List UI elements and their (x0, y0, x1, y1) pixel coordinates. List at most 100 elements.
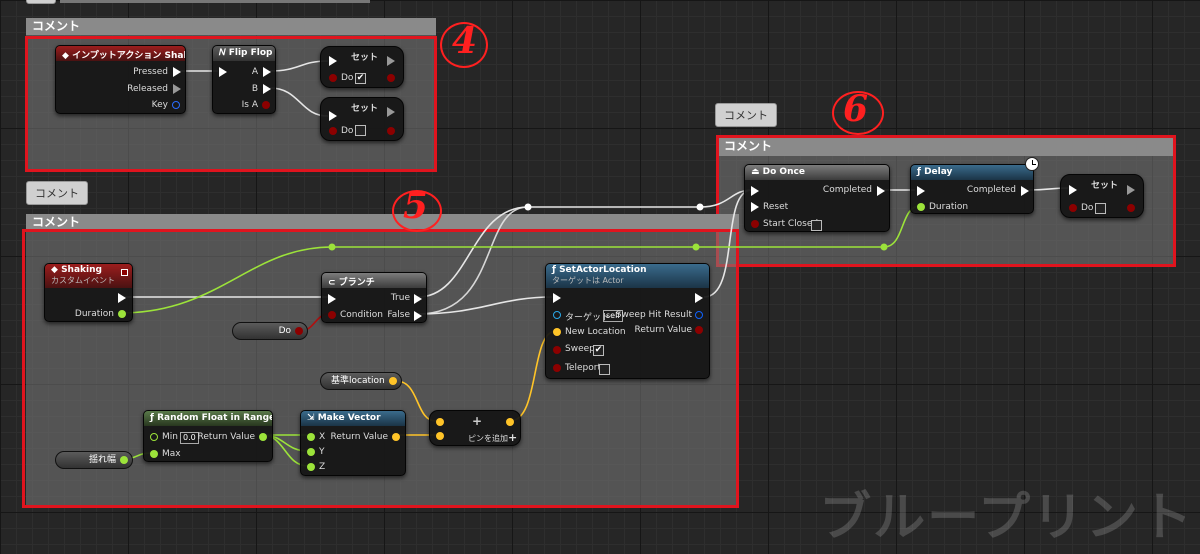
object-pin-icon[interactable] (553, 311, 561, 319)
exec-out-pin-icon[interactable] (414, 294, 422, 304)
base-location-variable-node[interactable]: 基準location (320, 372, 402, 390)
exec-in-pin-icon[interactable] (329, 56, 337, 66)
node-title: セット (351, 104, 379, 114)
exec-out-pin-icon[interactable] (173, 67, 181, 77)
random-float-in-range-node[interactable]: ƒ Random Float in Range Min 0.0 Return V… (143, 410, 273, 462)
set-do-true-node[interactable]: セット Do ✔ (320, 46, 404, 88)
bool-pin-icon[interactable] (1069, 204, 1077, 212)
exec-in-pin-icon[interactable] (328, 294, 336, 304)
pin-label-sweep: Sweep (565, 344, 595, 354)
pin-label-reset: Reset (763, 202, 789, 212)
pin-label-duration: Duration (74, 309, 114, 319)
bool-pin-icon[interactable] (328, 311, 336, 319)
float-out-pin-icon[interactable] (259, 433, 267, 441)
bool-out-pin-icon[interactable] (695, 326, 703, 334)
add-pin-plus-icon[interactable]: + (508, 431, 517, 444)
shaking-custom-event-node[interactable]: ◆ Shaking カスタムイベント Duration (44, 263, 133, 322)
struct-pin-icon[interactable] (172, 101, 180, 109)
float-pin-icon[interactable] (307, 448, 315, 456)
exec-out-pin-icon[interactable] (173, 84, 181, 94)
exec-in-pin-icon[interactable] (553, 293, 561, 303)
sweep-checkbox[interactable]: ✔ (593, 345, 604, 356)
pin-label-do: Do (341, 126, 354, 136)
variable-label: 揺れ幅 (88, 455, 116, 465)
bool-pin-icon[interactable] (329, 74, 337, 82)
set-do-false-node[interactable]: セット Do (320, 97, 404, 141)
node-title: Flip Flop (228, 48, 273, 58)
float-pin-icon[interactable] (150, 450, 158, 458)
do-checkbox[interactable]: ✔ (355, 73, 366, 84)
vector-pin-icon[interactable] (389, 377, 397, 385)
float-pin-icon[interactable] (118, 310, 126, 318)
float-pin-icon[interactable] (150, 433, 158, 441)
exec-out-pin-icon[interactable] (263, 67, 271, 77)
exec-out-pin-icon[interactable] (387, 56, 395, 66)
pin-label-sweep-hit-result: Sweep Hit Result (615, 310, 692, 320)
exec-in-pin-icon[interactable] (751, 202, 759, 212)
delegate-pin-icon[interactable] (121, 269, 128, 276)
input-action-shake-node[interactable]: ◆ インプットアクション Shake Pressed Released Key (55, 45, 186, 114)
bool-pin-icon[interactable] (329, 127, 337, 135)
bool-out-pin-icon[interactable] (387, 127, 395, 135)
pin-label-return-value: Return Value (634, 325, 692, 335)
exec-out-pin-icon[interactable] (387, 107, 395, 117)
make-vector-node[interactable]: ⇲ Make Vector X Return Value Y Z (300, 410, 406, 476)
struct-out-pin-icon[interactable] (695, 311, 703, 319)
do-variable-node[interactable]: Do (232, 322, 308, 340)
exec-out-pin-icon[interactable] (877, 186, 885, 196)
variable-label: 基準location (331, 376, 385, 386)
pin-label-start-closed: Start Closed (763, 219, 819, 229)
vector-pin-icon[interactable] (553, 328, 561, 336)
pin-label-max: Max (162, 449, 181, 459)
add-pin-label[interactable]: ピンを追加 (468, 433, 508, 444)
bool-pin-icon[interactable] (295, 327, 303, 335)
exec-in-pin-icon[interactable] (329, 111, 337, 121)
min-value-field[interactable]: 0.0 (180, 432, 199, 444)
float-pin-icon[interactable] (120, 456, 128, 464)
pin-label-teleport: Teleport (565, 363, 601, 373)
exec-in-pin-icon[interactable] (751, 186, 759, 196)
teleport-checkbox[interactable] (599, 364, 610, 375)
flip-flop-node[interactable]: 𝑁 Flip Flop A B Is A (212, 45, 276, 114)
branch-node[interactable]: ⊂ ブランチ True Condition False (321, 272, 427, 323)
bool-out-pin-icon[interactable] (1127, 204, 1135, 212)
pin-label-key: Key (151, 100, 168, 110)
make-struct-icon: ⇲ (307, 413, 318, 423)
float-pin-icon[interactable] (917, 203, 925, 211)
start-closed-checkbox[interactable] (811, 220, 822, 231)
exec-out-pin-icon[interactable] (695, 293, 703, 303)
vector-out-pin-icon[interactable] (392, 433, 400, 441)
do-checkbox[interactable] (1095, 203, 1106, 214)
do-once-node[interactable]: ⏏ Do Once Completed Reset Start Closed (744, 164, 890, 232)
exec-out-pin-icon[interactable] (263, 84, 271, 94)
bool-pin-icon[interactable] (553, 346, 561, 354)
float-pin-icon[interactable] (307, 433, 315, 441)
shake-width-variable-node[interactable]: 揺れ幅 (55, 451, 133, 469)
node-title: Do Once (762, 167, 805, 177)
pin-label-do: Do (341, 73, 354, 83)
exec-out-pin-icon[interactable] (1127, 185, 1135, 195)
add-operator-icon: + (472, 414, 483, 428)
exec-out-pin-icon[interactable] (1021, 186, 1029, 196)
vector-out-pin-icon[interactable] (506, 418, 514, 426)
vector-pin-icon[interactable] (436, 418, 444, 426)
vector-pin-icon[interactable] (436, 432, 444, 440)
float-pin-icon[interactable] (307, 463, 315, 471)
exec-out-pin-icon[interactable] (118, 293, 126, 303)
bool-pin-icon[interactable] (262, 101, 270, 109)
macro-icon: 𝑁 (219, 48, 229, 58)
exec-in-pin-icon[interactable] (917, 186, 925, 196)
exec-in-pin-icon[interactable] (219, 67, 227, 77)
delay-node[interactable]: ƒ Delay Completed Duration (910, 164, 1034, 214)
set-actor-location-node[interactable]: ƒ SetActorLocation ターゲットは Actor ターゲット se… (545, 263, 710, 379)
do-once-icon: ⏏ (751, 167, 763, 177)
exec-out-pin-icon[interactable] (414, 311, 422, 321)
set-do-node-3[interactable]: セット Do (1060, 174, 1144, 218)
bool-pin-icon[interactable] (553, 364, 561, 372)
vector-add-node[interactable]: + ピンを追加 + (429, 410, 521, 446)
bool-out-pin-icon[interactable] (387, 74, 395, 82)
exec-in-pin-icon[interactable] (1069, 185, 1077, 195)
do-checkbox[interactable] (355, 125, 366, 136)
pin-label-do: Do (1081, 203, 1094, 213)
bool-pin-icon[interactable] (751, 220, 759, 228)
